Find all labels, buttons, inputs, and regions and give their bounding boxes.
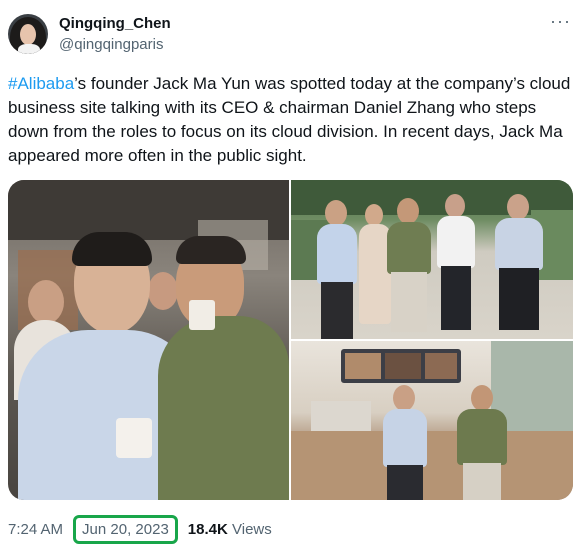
- tweet-card: Qingqing_Chen @qingqingparis ··· #Alibab…: [0, 0, 585, 545]
- tweet-date-highlighted[interactable]: Jun 20, 2023: [73, 515, 178, 544]
- hashtag-link[interactable]: #Alibaba: [8, 74, 74, 93]
- photo-group-walking[interactable]: [291, 180, 573, 339]
- tweet-body-text: ’s founder Jack Ma Yun was spotted today…: [8, 74, 571, 165]
- photo-men-with-coffee[interactable]: [8, 180, 289, 500]
- views-label: Views: [232, 521, 272, 538]
- photo-cafe-counter[interactable]: [291, 341, 573, 500]
- views-count: 18.4K: [187, 521, 228, 538]
- tweet-footer: 7:24 AM Jun 20, 2023 18.4K Views: [8, 515, 272, 544]
- author-handle[interactable]: @qingqingparis: [59, 36, 163, 53]
- tweet-text: #Alibaba’s founder Jack Ma Yun was spott…: [8, 72, 578, 168]
- author-display-name[interactable]: Qingqing_Chen: [59, 15, 171, 32]
- more-options-icon[interactable]: ···: [550, 11, 571, 32]
- media-grid: [8, 180, 573, 500]
- tweet-time[interactable]: 7:24 AM: [8, 521, 63, 538]
- author-avatar[interactable]: [8, 14, 48, 54]
